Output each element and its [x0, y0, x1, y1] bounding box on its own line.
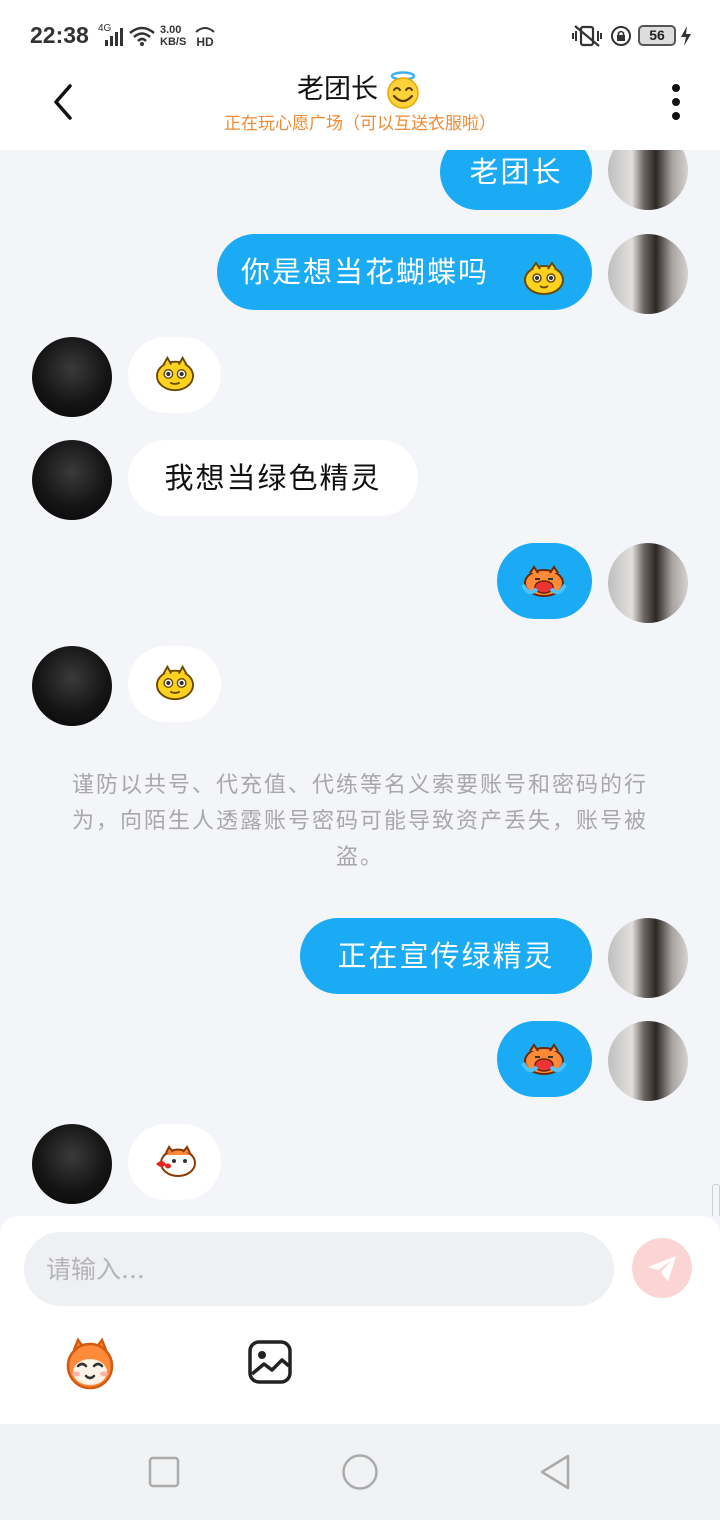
self-avatar[interactable] — [608, 234, 688, 314]
yellow-chick-emoji-icon — [524, 261, 564, 295]
input-panel — [0, 1216, 720, 1424]
chat-header: 老团长 正在玩心愿广场（可以互送衣服啦） — [0, 70, 720, 150]
contact-avatar[interactable] — [32, 440, 112, 520]
chevron-left-icon — [54, 84, 72, 120]
contact-avatar[interactable] — [32, 646, 112, 726]
battery-indicator: 56 — [638, 25, 676, 46]
smiling-face-with-halo-icon — [387, 71, 419, 109]
sticker-bubble[interactable] — [128, 1124, 221, 1200]
image-icon — [248, 1340, 292, 1384]
title-block: 老团长 正在玩心愿广场（可以互送衣服啦） — [160, 70, 560, 138]
status-subtitle: 正在玩心愿广场（可以互送衣服啦） — [224, 114, 496, 134]
self-avatar[interactable] — [608, 150, 688, 210]
scrollbar[interactable] — [712, 1184, 720, 1216]
status-bar: 22:38 4G 3.00 KB/S HD 56 — [0, 0, 720, 70]
yellow-chick-sticker-icon — [156, 355, 194, 392]
contact-avatar[interactable] — [32, 337, 112, 417]
square-icon — [148, 1456, 180, 1488]
tiger-face-icon — [66, 1337, 114, 1390]
status-time: 22:38 — [30, 22, 89, 48]
dot-icon — [672, 84, 680, 92]
sticker-bubble[interactable] — [497, 1021, 592, 1097]
hd-icon: HD — [195, 27, 215, 48]
message-input[interactable] — [24, 1232, 614, 1306]
recent-apps-button[interactable] — [144, 1452, 184, 1492]
speed-unit: KB/S — [160, 36, 187, 48]
yellow-chick-sticker-icon — [156, 664, 194, 701]
dot-icon — [672, 98, 680, 106]
signal-icon — [105, 28, 123, 46]
message-bubble[interactable]: 正在宣传绿精灵 — [300, 918, 592, 994]
hd-label: HD — [196, 35, 214, 48]
message-bubble[interactable]: 我想当绿色精灵 — [128, 440, 418, 516]
crying-tiger-sticker-icon — [521, 565, 567, 597]
kissing-tiger-sticker-icon — [156, 1145, 196, 1177]
rotation-lock-icon — [611, 26, 631, 46]
sticker-bubble[interactable] — [128, 646, 221, 722]
network-speed: 3.00 KB/S — [160, 24, 186, 48]
battery-level: 56 — [649, 27, 665, 43]
page-title: 老团长 — [296, 74, 378, 105]
sticker-bubble[interactable] — [128, 337, 221, 413]
message-bubble[interactable]: 老团长 — [440, 150, 592, 210]
speed-value: 3.00 — [160, 24, 182, 36]
dot-icon — [672, 112, 680, 120]
system-navigation-bar — [0, 1424, 720, 1520]
sticker-button[interactable] — [60, 1336, 120, 1390]
send-button[interactable] — [632, 1238, 692, 1298]
home-button[interactable] — [340, 1452, 380, 1492]
vibrate-mute-icon — [572, 25, 602, 47]
crying-tiger-sticker-icon — [521, 1043, 567, 1075]
wifi-icon — [129, 26, 155, 46]
chat-area[interactable]: 老团长 你是想当花蝴蝶吗 我想当绿色精灵 谨防以共号、代充值、代练等名义索要账号… — [0, 150, 720, 1216]
self-avatar[interactable] — [608, 1021, 688, 1101]
contact-avatar[interactable] — [32, 1124, 112, 1204]
self-avatar[interactable] — [608, 918, 688, 998]
triangle-back-icon — [540, 1454, 570, 1490]
charging-icon — [681, 26, 691, 46]
back-nav-button[interactable] — [536, 1452, 576, 1492]
image-button[interactable] — [246, 1338, 294, 1386]
self-avatar[interactable] — [608, 543, 688, 623]
sticker-bubble[interactable] — [497, 543, 592, 619]
paper-plane-icon — [648, 1256, 676, 1282]
circle-icon — [342, 1454, 378, 1490]
message-text: 你是想当花蝴蝶吗 — [241, 255, 490, 289]
back-button[interactable] — [44, 82, 84, 122]
security-notice: 谨防以共号、代充值、代练等名义索要账号和密码的行为，向陌生人透露账号密码可能导致… — [71, 773, 648, 870]
more-options-button[interactable] — [664, 82, 688, 122]
